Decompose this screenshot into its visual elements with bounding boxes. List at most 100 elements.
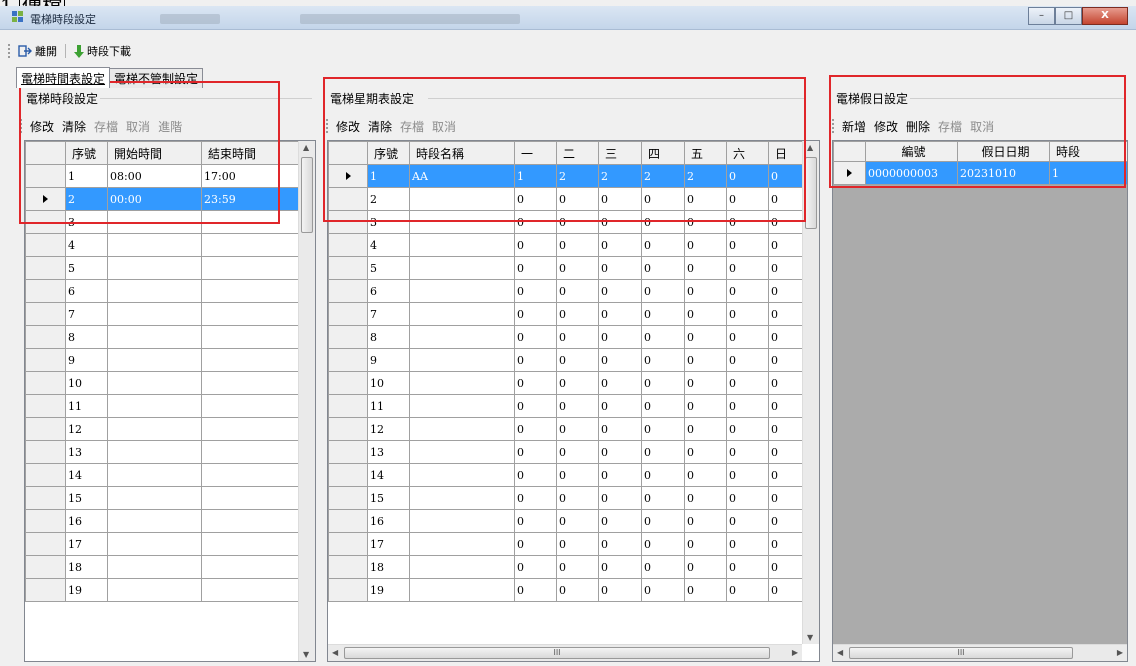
table-cell[interactable]: 14 (367, 463, 410, 487)
table-cell[interactable]: 0 (556, 302, 599, 326)
table-row[interactable]: 30000000 (328, 210, 805, 234)
table-cell[interactable]: 0 (726, 302, 769, 326)
table-cell[interactable]: 0 (768, 578, 805, 602)
table-cell[interactable]: 19 (367, 578, 410, 602)
weekly-vertical-scrollbar[interactable]: ▲ ▼ (802, 141, 819, 644)
row-header[interactable] (25, 371, 66, 395)
table-cell[interactable]: 0 (556, 348, 599, 372)
table-cell[interactable] (201, 417, 301, 441)
table-cell[interactable] (107, 555, 202, 579)
table-row[interactable]: 50000000 (328, 256, 805, 280)
table-cell[interactable]: 0 (641, 463, 685, 487)
table-cell[interactable]: 0 (514, 279, 557, 303)
table-cell[interactable]: 0 (514, 256, 557, 280)
table-cell[interactable]: 0 (684, 555, 727, 579)
table-cell[interactable]: 0 (726, 164, 769, 188)
table-cell[interactable] (107, 210, 202, 234)
row-header[interactable] (328, 279, 368, 303)
table-cell[interactable]: 0 (684, 440, 727, 464)
table-cell[interactable] (201, 578, 301, 602)
table-cell[interactable]: 0 (514, 486, 557, 510)
table-cell[interactable]: 14 (65, 463, 108, 487)
table-cell[interactable]: 0 (514, 233, 557, 257)
table-cell[interactable]: 0 (641, 486, 685, 510)
table-cell[interactable]: 0 (641, 256, 685, 280)
table-cell[interactable]: 0 (768, 279, 805, 303)
table-cell[interactable]: 0 (641, 187, 685, 211)
table-row[interactable]: 3 (25, 210, 301, 234)
table-cell[interactable] (107, 417, 202, 441)
table-cell[interactable]: 0 (641, 555, 685, 579)
table-cell[interactable]: 0 (598, 555, 642, 579)
table-cell[interactable] (409, 417, 515, 441)
table-cell[interactable]: 0 (598, 325, 642, 349)
table-row[interactable]: 70000000 (328, 302, 805, 326)
table-cell[interactable]: 0 (598, 371, 642, 395)
table-cell[interactable]: 0 (768, 348, 805, 372)
row-header[interactable] (328, 486, 368, 510)
table-cell[interactable]: 0 (768, 371, 805, 395)
table-cell[interactable] (409, 187, 515, 211)
table-cell[interactable]: 0 (598, 302, 642, 326)
table-cell[interactable]: 9 (65, 348, 108, 372)
table-cell[interactable]: 16 (65, 509, 108, 533)
table-row[interactable]: 14 0 0 0 0 0 0 0 (328, 463, 805, 487)
table-cell[interactable]: 0 (726, 371, 769, 395)
table-cell[interactable] (201, 210, 301, 234)
table-cell[interactable]: 0 (684, 233, 727, 257)
holiday-edit-button[interactable]: 修改 (870, 118, 902, 135)
period-clear-button[interactable]: 清除 (58, 118, 90, 135)
table-cell[interactable]: 0 (768, 486, 805, 510)
table-row[interactable]: 13 0 0 0 0 0 0 0 (328, 440, 805, 464)
table-cell[interactable]: 0 (514, 210, 557, 234)
table-cell[interactable]: 0 (514, 371, 557, 395)
table-cell[interactable]: AA (409, 164, 515, 188)
column-header[interactable]: 假日日期 (957, 141, 1050, 162)
holiday-save-button[interactable]: 存檔 (934, 118, 966, 135)
column-header[interactable]: 序號 (367, 141, 410, 165)
table-cell[interactable]: 0 (598, 532, 642, 556)
table-cell[interactable]: 0 (726, 348, 769, 372)
table-cell[interactable]: 0 (641, 440, 685, 464)
table-cell[interactable]: 0 (726, 233, 769, 257)
column-header[interactable]: 時段 (1049, 141, 1127, 162)
table-row[interactable]: 19 (25, 578, 301, 602)
table-cell[interactable]: 0 (684, 578, 727, 602)
table-cell[interactable]: 2 (65, 187, 108, 211)
table-cell[interactable] (409, 302, 515, 326)
table-row[interactable]: 10 (25, 371, 301, 395)
table-row[interactable]: 1 08:00 17:00 (25, 164, 301, 188)
table-cell[interactable]: 0 (514, 325, 557, 349)
table-cell[interactable] (409, 486, 515, 510)
table-row[interactable]: 18 0 0 0 0 0 0 0 (328, 555, 805, 579)
table-cell[interactable]: 0 (598, 463, 642, 487)
table-cell[interactable] (107, 440, 202, 464)
row-header[interactable] (328, 555, 368, 579)
table-cell[interactable] (107, 486, 202, 510)
table-cell[interactable]: 10 (367, 371, 410, 395)
table-cell[interactable]: 1 (65, 164, 108, 188)
table-cell[interactable]: 5 (65, 256, 108, 280)
table-cell[interactable]: 0 (768, 210, 805, 234)
table-cell[interactable]: 0 (684, 394, 727, 418)
holiday-cancel-button[interactable]: 取消 (966, 118, 998, 135)
row-header[interactable] (25, 233, 66, 257)
table-cell[interactable]: 0 (641, 348, 685, 372)
table-cell[interactable] (409, 440, 515, 464)
column-header[interactable]: 開始時間 (107, 141, 202, 165)
table-cell[interactable]: 0 (726, 578, 769, 602)
table-cell[interactable]: 0 (726, 509, 769, 533)
minimize-button[interactable]: – (1028, 7, 1055, 25)
table-cell[interactable]: 0 (598, 394, 642, 418)
table-cell[interactable] (409, 578, 515, 602)
table-cell[interactable]: 19 (65, 578, 108, 602)
table-cell[interactable]: 0 (514, 394, 557, 418)
table-row[interactable]: 12 0 0 0 0 0 0 0 (328, 417, 805, 441)
table-cell[interactable] (201, 486, 301, 510)
table-cell[interactable]: 3 (65, 210, 108, 234)
table-cell[interactable]: 1 (514, 164, 557, 188)
table-cell[interactable]: 0 (556, 325, 599, 349)
table-cell[interactable] (409, 325, 515, 349)
table-row[interactable]: 8 (25, 325, 301, 349)
table-cell[interactable] (201, 509, 301, 533)
